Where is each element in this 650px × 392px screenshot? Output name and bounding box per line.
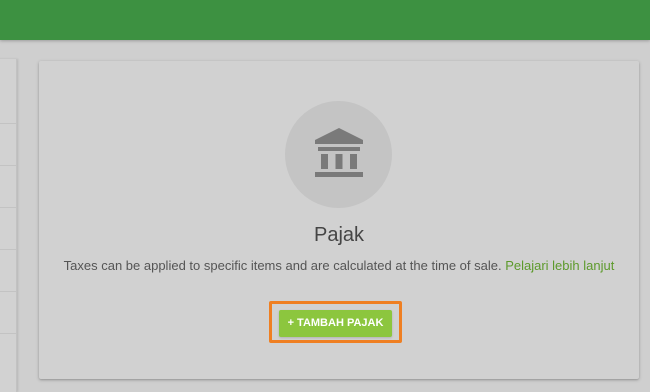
list-divider <box>0 333 16 334</box>
learn-more-link[interactable]: Pelajari lebih lanjut <box>505 258 614 273</box>
list-divider <box>0 123 16 124</box>
list-divider <box>0 165 16 166</box>
empty-state-description: Taxes can be applied to specific items a… <box>59 256 619 275</box>
list-divider <box>0 291 16 292</box>
list-divider <box>0 207 16 208</box>
side-list-panel <box>0 59 17 392</box>
icon-circle <box>285 101 392 208</box>
empty-state-title: Pajak <box>313 224 365 246</box>
add-tax-button-highlight: + TAMBAH PAJAK <box>269 301 402 343</box>
description-text: Taxes can be applied to specific items a… <box>63 258 502 273</box>
list-divider <box>0 249 16 250</box>
top-app-bar <box>0 0 650 40</box>
taxes-empty-state-card: Pajak Taxes can be applied to specific i… <box>39 61 639 379</box>
add-tax-button[interactable]: + TAMBAH PAJAK <box>279 310 392 337</box>
